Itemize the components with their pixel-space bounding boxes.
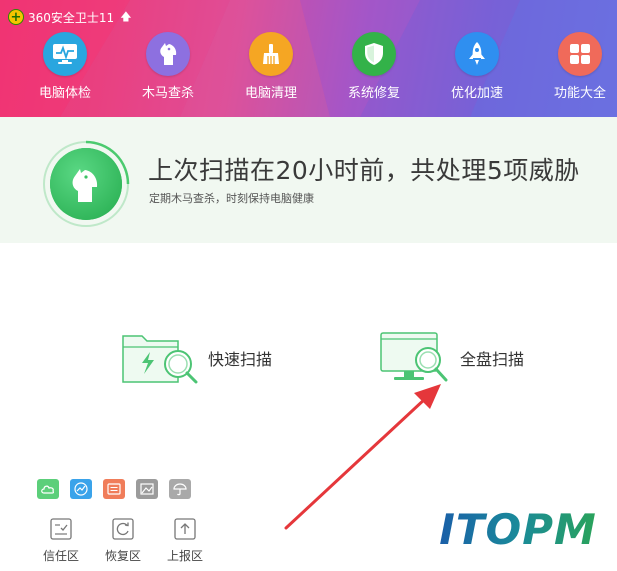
horse-icon <box>146 32 190 76</box>
tab-computer-cleanup[interactable]: 电脑清理 <box>221 32 321 112</box>
rocket-icon <box>455 32 499 76</box>
quick-scan-label: 快速扫描 <box>208 350 273 369</box>
monitor-scan-icon <box>380 332 448 382</box>
trust-icon <box>50 518 72 540</box>
upload-zone-button[interactable]: 上报区 <box>154 517 216 564</box>
watermark-text: ITOPM <box>439 504 597 554</box>
monitor-pulse-icon <box>43 32 87 76</box>
main-tabs: 电脑体检 木马查杀 电脑清理 系统修复 优化加速 功能大全 <box>0 32 617 112</box>
tab-optimize-speedup[interactable]: 优化加速 <box>427 32 527 112</box>
tool-icon-row <box>37 479 191 499</box>
protection-status-icon <box>43 140 130 227</box>
restore-zone-button[interactable]: 恢复区 <box>92 517 154 564</box>
header-bar: + 360安全卫士11 🡅 电脑体检 木马查杀 电脑清理 系统修复 优化加速 功… <box>0 0 617 117</box>
update-arrow-icon[interactable]: 🡅 <box>120 8 131 27</box>
status-title: 上次扫描在20小时前，共处理5项威胁 <box>148 156 580 185</box>
full-scan-label: 全盘扫描 <box>460 350 525 369</box>
restore-icon <box>112 518 134 540</box>
tab-trojan-scan[interactable]: 木马查杀 <box>118 32 218 112</box>
folder-scan-icon <box>122 335 198 384</box>
grid-icon <box>558 32 602 76</box>
upload-zone-label: 上报区 <box>166 549 203 563</box>
document-icon[interactable] <box>103 479 125 499</box>
quick-scan-button[interactable]: 快速扫描 <box>120 330 272 386</box>
shield-check-icon <box>352 32 396 76</box>
tab-label: 系统修复 <box>347 86 400 101</box>
app-title: 360安全卫士11 <box>28 10 115 25</box>
tab-label: 电脑体检 <box>38 86 91 101</box>
zone-buttons: 信任区 恢复区 上报区 <box>30 517 216 564</box>
restore-zone-label: 恢复区 <box>104 549 141 563</box>
tab-computer-checkup[interactable]: 电脑体检 <box>15 32 115 112</box>
tab-label: 木马查杀 <box>141 86 194 101</box>
broom-icon <box>249 32 293 76</box>
tab-label: 电脑清理 <box>244 86 297 101</box>
chart-icon[interactable] <box>70 479 92 499</box>
cloud-icon[interactable] <box>37 479 59 499</box>
tab-label: 功能大全 <box>553 86 606 101</box>
umbrella-icon[interactable] <box>169 479 191 499</box>
title-bar: + 360安全卫士11 🡅 <box>8 7 132 27</box>
status-subtitle: 定期木马查杀，时刻保持电脑健康 <box>149 192 314 205</box>
status-banner: 上次扫描在20小时前，共处理5项威胁 定期木马查杀，时刻保持电脑健康 <box>0 117 617 243</box>
360-logo-icon: + <box>8 9 24 25</box>
tab-system-repair[interactable]: 系统修复 <box>324 32 424 112</box>
image-icon[interactable] <box>136 479 158 499</box>
full-scan-button[interactable]: 全盘扫描 <box>378 330 524 386</box>
tab-all-features[interactable]: 功能大全 <box>530 32 617 112</box>
upload-icon <box>174 518 196 540</box>
trust-zone-label: 信任区 <box>42 549 79 563</box>
watermark-logo: ITOPM <box>428 500 608 558</box>
trust-zone-button[interactable]: 信任区 <box>30 517 92 564</box>
tab-label: 优化加速 <box>450 86 503 101</box>
